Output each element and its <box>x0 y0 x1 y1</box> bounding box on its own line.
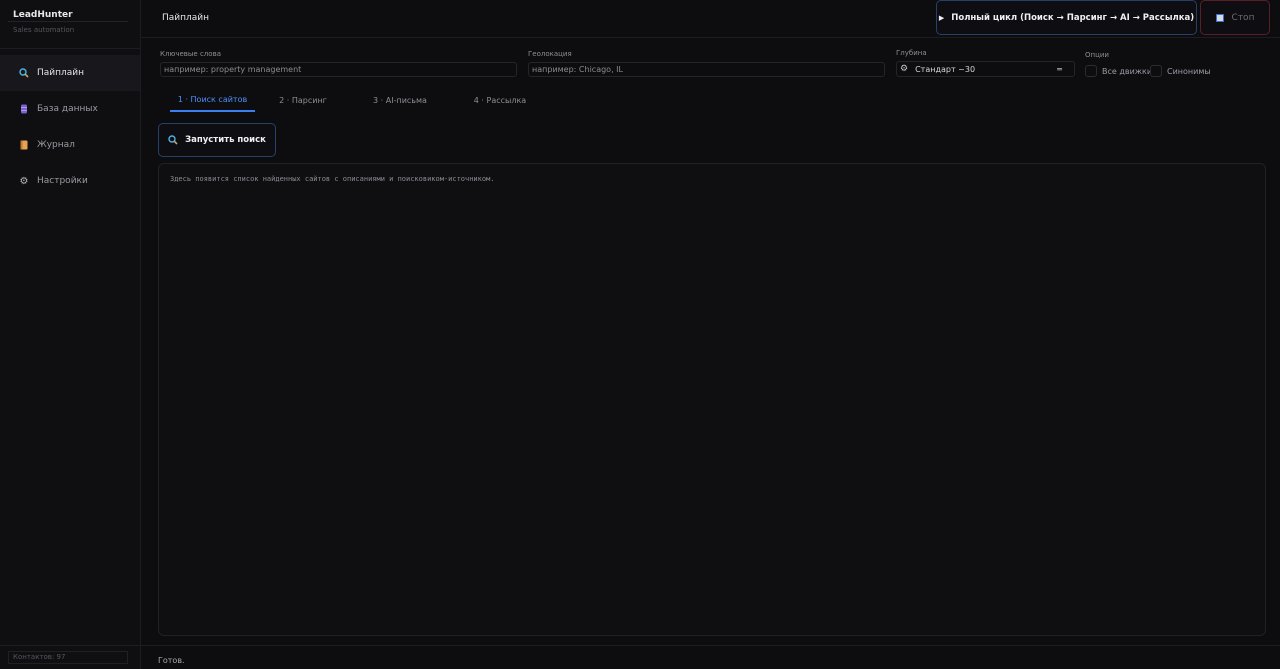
stop-label: Стоп <box>1231 12 1255 23</box>
gear-icon: ⚙ <box>19 175 29 187</box>
results-panel[interactable]: Здесь появится список найденных сайтов с… <box>158 163 1266 636</box>
geo-input[interactable] <box>528 62 885 77</box>
contacts-count: Контактов: 97 <box>8 651 128 664</box>
sidebar-item-label: База данных <box>37 104 98 114</box>
brand-divider <box>8 21 128 22</box>
journal-icon <box>18 139 30 151</box>
depth-value: Стандарт ~30 <box>915 64 976 74</box>
full-cycle-button[interactable]: ▶ Полный цикл (Поиск → Парсинг → AI → Ра… <box>936 0 1197 35</box>
full-cycle-label: Полный цикл (Поиск → Парсинг → AI → Расс… <box>951 12 1195 23</box>
depth-select[interactable]: ⚙ Стандарт ~30 ═ <box>896 61 1075 77</box>
tab-label: 4 · Рассылка <box>473 95 527 105</box>
tab-label: 1 · Поиск сайтов <box>177 94 248 104</box>
tab-search-sites[interactable]: 1 · Поиск сайтов <box>170 88 255 112</box>
sidebar-item-journal[interactable]: Журнал <box>0 127 140 163</box>
sidebar-item-label: Журнал <box>37 140 75 150</box>
gear-icon: ⚙ <box>900 64 909 74</box>
sidebar-footer-divider <box>0 645 141 646</box>
depth-label: Глубина <box>896 49 927 57</box>
sidebar-item-label: Пайплайн <box>37 68 85 78</box>
checkbox-box[interactable] <box>1150 65 1162 77</box>
stop-button[interactable]: Стоп <box>1200 0 1270 35</box>
database-icon <box>18 103 30 115</box>
results-placeholder: Здесь появится список найденных сайтов с… <box>170 175 495 183</box>
sidebar-divider <box>0 48 141 49</box>
app-subtitle: Sales automation <box>13 26 75 34</box>
status-divider <box>141 645 1280 646</box>
stop-icon <box>1215 13 1224 22</box>
tab-parsing[interactable]: 2 · Парсинг <box>266 88 340 112</box>
brand: LeadHunter Sales automation <box>8 8 128 36</box>
synonyms-label: Синонимы <box>1167 66 1211 76</box>
geo-label: Геолокация <box>528 50 572 58</box>
tab-mailing[interactable]: 4 · Рассылка <box>462 88 538 112</box>
sidebar: LeadHunter Sales automation Пайплайн Баз… <box>0 0 141 669</box>
synonyms-checkbox[interactable]: Синонимы <box>1150 65 1211 77</box>
tab-label: 2 · Парсинг <box>279 95 327 105</box>
keywords-label: Ключевые слова <box>160 50 221 58</box>
checkbox-box[interactable] <box>1085 65 1097 77</box>
sidebar-item-label: Настройки <box>37 176 88 186</box>
all-engines-checkbox[interactable]: Все движки <box>1085 65 1152 77</box>
sidebar-item-database[interactable]: База данных <box>0 91 140 127</box>
search-icon <box>168 135 178 145</box>
tab-label: 3 · AI-письма <box>373 95 427 105</box>
play-icon: ▶ <box>938 13 945 22</box>
header: Пайплайн ▶ Полный цикл (Поиск → Парсинг … <box>141 0 1280 38</box>
select-handle-icon: ═ <box>1057 65 1062 74</box>
search-icon <box>18 67 30 79</box>
options-label: Опции <box>1085 51 1109 59</box>
tab-ai-letters[interactable]: 3 · AI-письма <box>362 88 438 112</box>
all-engines-label: Все движки <box>1102 66 1153 76</box>
keywords-input[interactable] <box>160 62 517 77</box>
status-text: Готов. <box>158 656 185 665</box>
app-title: LeadHunter <box>13 10 73 20</box>
sidebar-item-pipeline[interactable]: Пайплайн <box>0 55 140 91</box>
run-search-button[interactable]: Запустить поиск <box>158 123 276 157</box>
run-search-label: Запустить поиск <box>185 135 266 145</box>
page-title: Пайплайн <box>162 13 210 23</box>
sidebar-item-settings[interactable]: ⚙ Настройки <box>0 163 140 199</box>
